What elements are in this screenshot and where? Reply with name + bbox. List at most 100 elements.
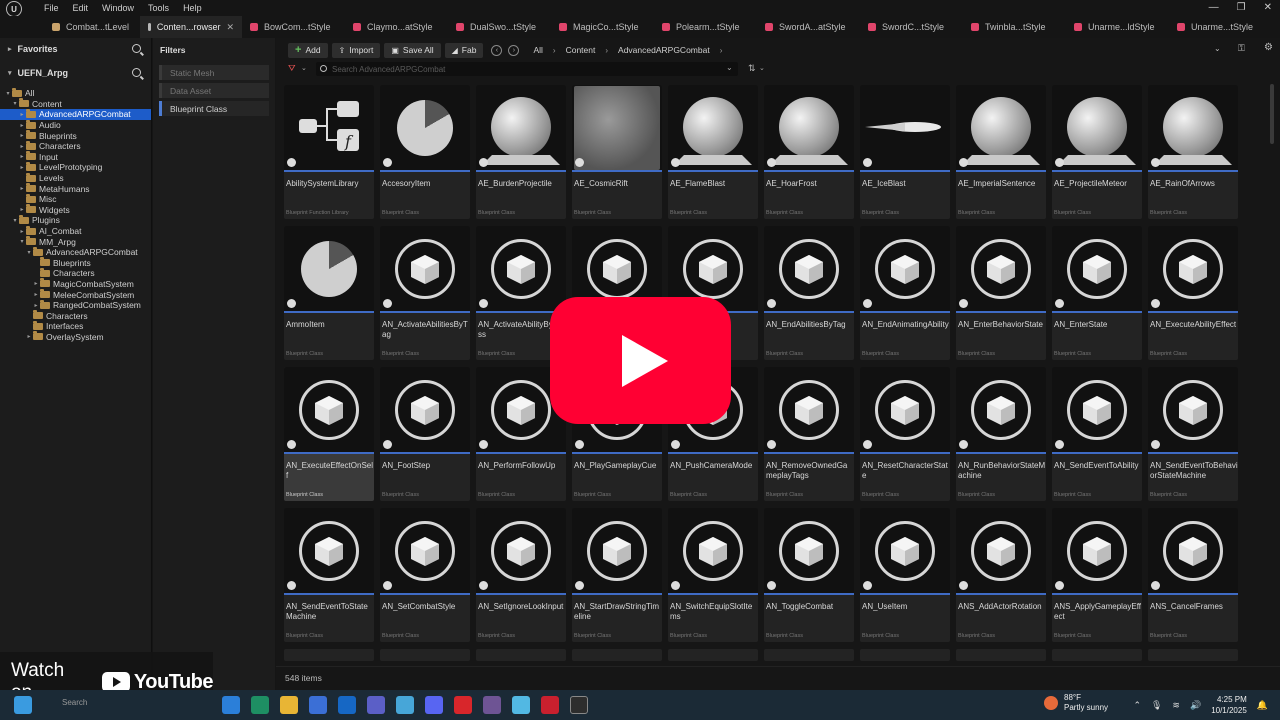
menu-window[interactable]: Window (102, 3, 134, 13)
asset-tile[interactable]: AN_SendEventToBehaviorStateMachine Bluepr… (1148, 367, 1238, 501)
asset-tile[interactable] (764, 649, 854, 661)
teams-icon[interactable] (367, 696, 385, 714)
notepad-icon[interactable] (512, 696, 530, 714)
fab-button[interactable]: ◢ Fab (444, 42, 484, 58)
asset-tile[interactable]: AN_SendEventToStateMachine Blueprint Clas… (284, 508, 374, 642)
tree-item[interactable]: ▸ MagicCombatSystem (0, 278, 151, 290)
tree-caret-icon[interactable]: ▸ (32, 280, 40, 287)
chevron-up-icon[interactable]: ⌃ (1133, 700, 1141, 711)
github-icon[interactable] (483, 696, 501, 714)
tree-item[interactable]: ▾ Plugins (0, 214, 151, 226)
tree-item[interactable]: ▸ MetaHumans (0, 183, 151, 194)
chevron-down-icon[interactable]: ⌄ (759, 64, 765, 72)
asset-tile[interactable] (476, 649, 566, 661)
add-button[interactable]: + Add (288, 42, 328, 58)
asset-tile[interactable] (668, 649, 758, 661)
forward-icon[interactable]: › (508, 44, 520, 56)
edge-icon[interactable] (251, 696, 269, 714)
opera-icon[interactable] (454, 696, 472, 714)
tree-caret-icon[interactable]: ▸ (32, 302, 40, 309)
tree-caret-icon[interactable]: ▾ (4, 90, 12, 97)
asset-tile[interactable]: AN_SendEventToAbility Blueprint Class (1052, 367, 1142, 501)
tree-caret-icon[interactable]: ▸ (18, 132, 26, 139)
tree-caret-icon[interactable]: ▸ (25, 333, 33, 340)
tree-caret-icon[interactable]: ▾ (11, 217, 19, 224)
tree-item[interactable]: Levels (0, 172, 151, 184)
close-icon[interactable]: ✕ (1264, 2, 1272, 13)
asset-tile[interactable] (284, 649, 374, 661)
asset-tile[interactable] (860, 649, 950, 661)
notification-icon[interactable]: 🔔 (1257, 700, 1268, 711)
tree-item[interactable]: Characters (0, 310, 151, 321)
tab-4[interactable]: DualSwo...tStyle (448, 16, 551, 38)
breadcrumb-all[interactable]: All (533, 45, 542, 55)
taskbar-search[interactable]: Search (40, 698, 200, 712)
tab-6[interactable]: Polearm...tStyle (654, 16, 757, 38)
tree-item[interactable]: ▸ LevelPrototyping (0, 161, 151, 173)
asset-tile[interactable] (572, 649, 662, 661)
asset-tile[interactable]: AE_FlameBlast Blueprint Class (668, 85, 758, 219)
settings-icon[interactable]: ⚙ (1264, 42, 1273, 53)
vertical-scrollbar[interactable] (1270, 84, 1274, 144)
asset-tile[interactable]: AN_SetIgnoreLookInput Blueprint Class (476, 508, 566, 642)
tab-10[interactable]: Unarme...ldStyle (1066, 16, 1169, 38)
tab-0[interactable]: Combat...tLevel (44, 16, 140, 38)
start-icon[interactable] (14, 696, 32, 714)
asset-tile[interactable]: AN_EndAbilitiesByTag Blueprint Class (764, 226, 854, 360)
chevron-down-icon[interactable]: ⌄ (1214, 44, 1221, 53)
asset-tile[interactable]: AccesoryItem Blueprint Class (380, 85, 470, 219)
filter-static-mesh[interactable]: Static Mesh (159, 65, 269, 80)
tree-caret-icon[interactable]: ▾ (18, 238, 26, 245)
tree-caret-icon[interactable]: ▸ (18, 185, 26, 192)
tree-item[interactable]: ▸ Input (0, 151, 151, 163)
asset-tile[interactable]: AN_RemoveOwnedGameplayTags Blueprint Clas… (764, 367, 854, 501)
filter-data-asset[interactable]: Data Asset (159, 83, 269, 98)
asset-tile[interactable] (956, 649, 1046, 661)
project-header[interactable]: ▾ UEFN_Arpg (0, 62, 151, 84)
menu-file[interactable]: File (44, 3, 59, 13)
asset-tile[interactable]: AmmoItem Blueprint Class (284, 226, 374, 360)
chevron-down-icon[interactable]: ⌄ (726, 63, 733, 72)
asset-tile[interactable]: f AbilitySystemLibrary Blueprint Function … (284, 85, 374, 219)
asset-tile[interactable]: AN_EnterState Blueprint Class (1052, 226, 1142, 360)
photos-icon[interactable] (396, 696, 414, 714)
wifi-icon[interactable]: ≋ (1172, 700, 1180, 711)
restore-icon[interactable]: ❐ (1237, 2, 1246, 13)
asset-tile[interactable]: AE_CosmicRift Blueprint Class (572, 85, 662, 219)
menu-tools[interactable]: Tools (148, 3, 169, 13)
asset-tile[interactable]: AN_StartDrawStringTimeline Blueprint Clas… (572, 508, 662, 642)
unreal-logo-icon[interactable]: U (6, 1, 22, 17)
tree-caret-icon[interactable]: ▾ (25, 249, 33, 256)
tree-caret-icon[interactable]: ▸ (32, 291, 40, 298)
asset-tile[interactable]: AE_HoarFrost Blueprint Class (764, 85, 854, 219)
asset-tile[interactable]: ANS_ApplyGameplayEffect Blueprint Class (1052, 508, 1142, 642)
tab-3[interactable]: Claymo...atStyle (345, 16, 448, 38)
store-icon[interactable] (309, 696, 327, 714)
filter-blueprint-class[interactable]: Blueprint Class (159, 101, 269, 116)
menu-edit[interactable]: Edit (73, 3, 89, 13)
tree-item[interactable]: Interfaces (0, 320, 151, 332)
play-button[interactable] (550, 297, 731, 424)
asset-tile[interactable]: AN_RunBehaviorStateMachine Blueprint Clas… (956, 367, 1046, 501)
sort-icon[interactable]: ⇅ (748, 63, 756, 74)
asset-tile[interactable]: AN_ActivateAbilitiesByTag Blueprint Class (380, 226, 470, 360)
tab-1[interactable]: Conten...rowser ✕ (140, 16, 242, 38)
chevron-down-icon[interactable]: ⌄ (301, 64, 307, 72)
tree-item[interactable]: ▾ Content (0, 98, 151, 110)
tree-caret-icon[interactable]: ▾ (11, 100, 19, 107)
tab-8[interactable]: SwordC...tStyle (860, 16, 963, 38)
back-icon[interactable]: ‹ (491, 44, 503, 56)
clock[interactable]: 4:25 PM 10/1/2025 (1211, 694, 1247, 716)
volume-icon[interactable]: 🔊 (1190, 700, 1201, 711)
tree-item[interactable]: ▸ RangedCombatSystem (0, 299, 151, 311)
tree-item[interactable]: ▾ MM_Arpg (0, 236, 151, 247)
asset-tile[interactable]: AN_EndAnimatingAbility Blueprint Class (860, 226, 950, 360)
tab-7[interactable]: SwordA...atStyle (757, 16, 860, 38)
asset-tile[interactable]: AE_ImperialSentence Blueprint Class (956, 85, 1046, 219)
breadcrumb-content[interactable]: Content (566, 45, 596, 55)
tab-5[interactable]: MagicCo...tStyle (551, 16, 654, 38)
tab-11[interactable]: Unarme...tStyle (1169, 16, 1272, 38)
tree-item[interactable]: ▸ Blueprints (0, 130, 151, 141)
weather-widget[interactable]: 88°F Partly sunny (1044, 693, 1108, 713)
asset-tile[interactable]: AE_ProjectileMeteor Blueprint Class (1052, 85, 1142, 219)
